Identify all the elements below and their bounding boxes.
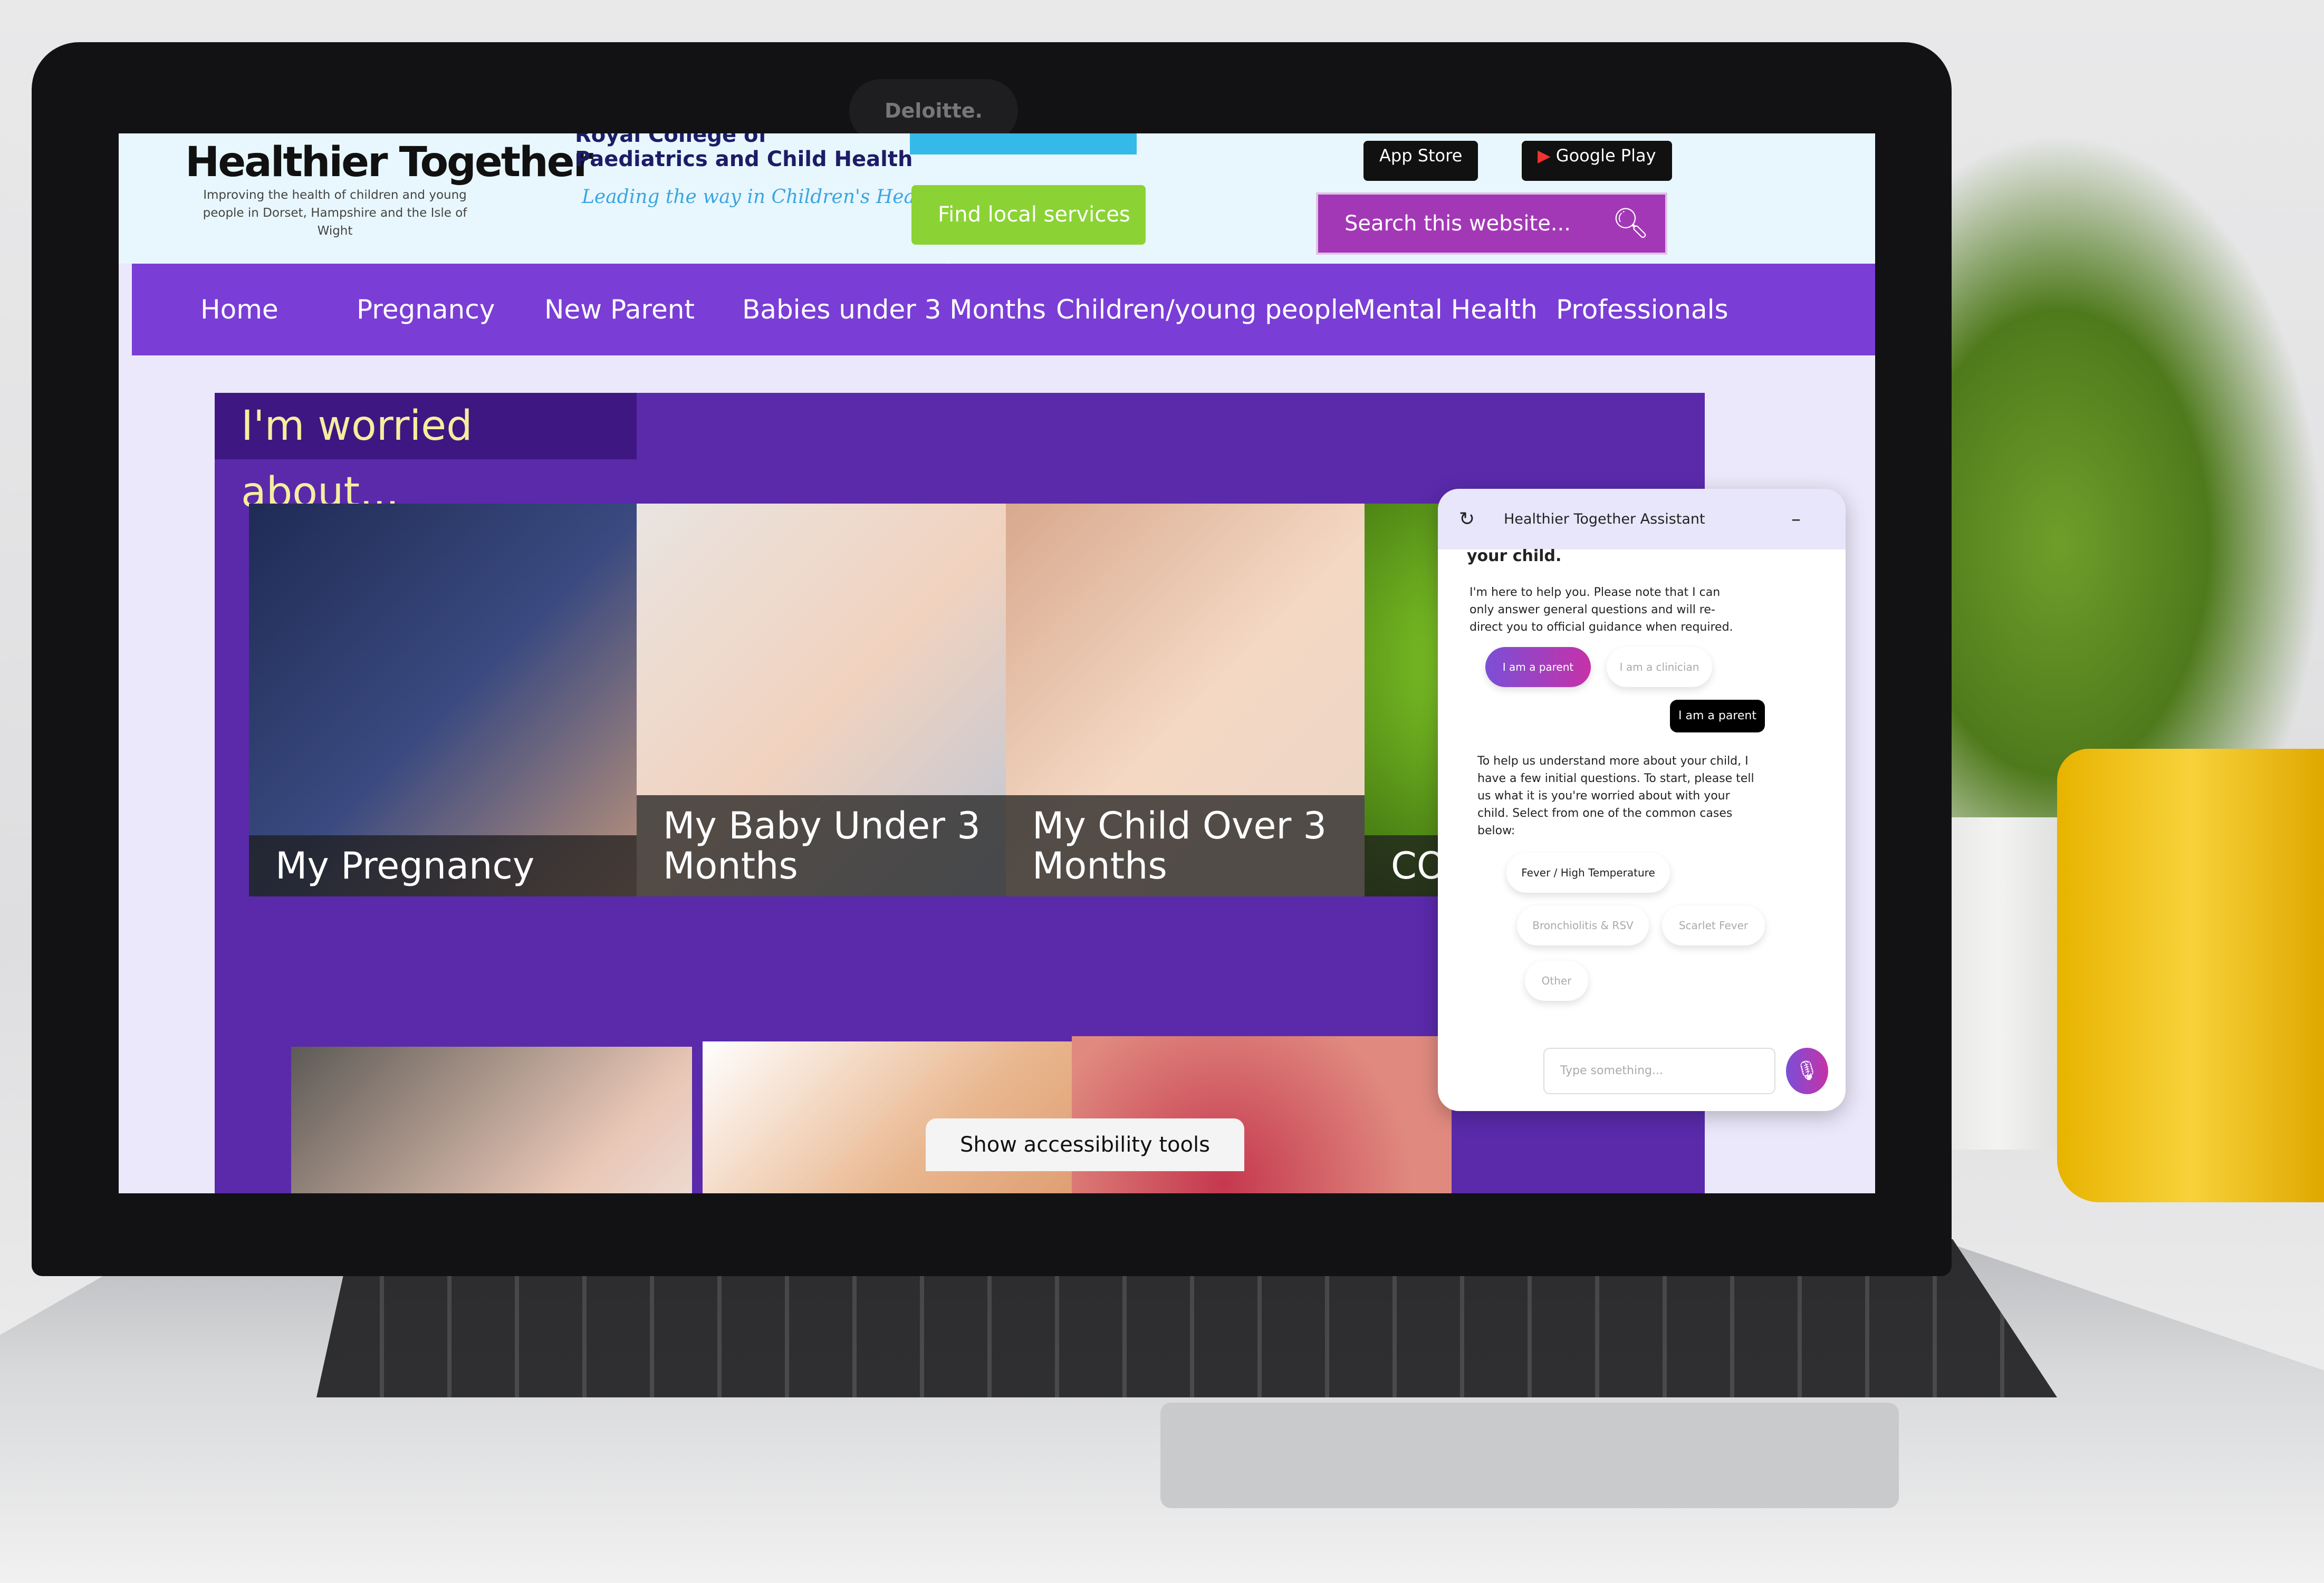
banner-strip (910, 133, 1137, 155)
option-clinician[interactable]: I am a clinician (1607, 647, 1712, 687)
app-store-label: App Store (1379, 146, 1463, 166)
user-reply-bubble: I am a parent (1670, 700, 1765, 732)
main-nav: Home Pregnancy New Parent Babies under 3… (132, 264, 1875, 355)
nav-home[interactable]: Home (200, 264, 279, 355)
option-fever[interactable]: Fever / High Temperature (1506, 853, 1670, 893)
tile-breathing[interactable] (291, 1047, 692, 1193)
nav-pregnancy[interactable]: Pregnancy (357, 264, 495, 355)
partner-logo[interactable]: Royal College of Paediatrics and Child H… (575, 133, 913, 171)
partner-tagline: Leading the way in Children's Health (582, 186, 942, 208)
minimize-icon[interactable]: – (1791, 489, 1801, 549)
partner-line2: Paediatrics and Child Health (575, 147, 913, 171)
refresh-icon[interactable]: ↻ (1459, 489, 1475, 549)
find-local-services-button[interactable]: Find local services 🔍︎ (911, 185, 1146, 286)
chat-bot-message: To help us understand more about your ch… (1477, 755, 1754, 837)
nav-children[interactable]: Children/young people (1056, 264, 1355, 355)
tile-child-over-3-months[interactable]: My Child Over 3 Months (1006, 504, 1399, 896)
find-services-label: Find local services (938, 202, 1130, 227)
tile-my-pregnancy[interactable]: My Pregnancy (249, 504, 660, 896)
option-bronchiolitis[interactable]: Bronchiolitis & RSV (1517, 905, 1649, 945)
nav-new-parent[interactable]: New Parent (544, 264, 695, 355)
accessibility-tools-button[interactable]: Show accessibility tools (926, 1118, 1244, 1171)
option-parent[interactable]: I am a parent (1485, 647, 1591, 687)
option-scarlet-fever[interactable]: Scarlet Fever (1662, 905, 1765, 945)
app-store-button[interactable]: App Store (1363, 141, 1478, 181)
logo-title[interactable]: Healthier Together (185, 139, 593, 186)
search-input[interactable]: Search this website... 🔍︎ (1316, 192, 1667, 255)
tile-label: My Child Over 3 Months (1006, 795, 1399, 896)
tile-label: My Baby Under 3 Months (637, 795, 1038, 896)
tile-label: My Pregnancy (249, 835, 660, 896)
chat-assistant-panel: ↻ Healthier Together Assistant – your ch… (1438, 489, 1846, 1111)
search-placeholder: Search this website... (1345, 211, 1571, 236)
option-other[interactable]: Other (1525, 961, 1588, 1001)
site-header: Healthier Together Improving the health … (119, 133, 1875, 286)
logo-subtitle: Improving the health of children and you… (203, 188, 467, 238)
nav-professionals[interactable]: Professionals (1556, 264, 1728, 355)
google-play-button[interactable]: ▶ Google Play (1522, 141, 1672, 181)
chat-intro-message: I'm here to help you. Please note that I… (1470, 586, 1733, 634)
play-icon: ▶ (1538, 146, 1556, 166)
chat-header: ↻ Healthier Together Assistant – (1438, 489, 1846, 549)
section-title: I'm worried about... (215, 393, 637, 516)
nav-mental-health[interactable]: Mental Health (1353, 264, 1538, 355)
website-screen: Healthier Together Improving the health … (119, 133, 1875, 1193)
trackpad (1160, 1403, 1899, 1508)
chat-title: Healthier Together Assistant (1504, 511, 1705, 527)
microphone-button[interactable]: 🎙︎ (1786, 1048, 1828, 1094)
chat-partial-heading: your child. (1467, 547, 1562, 565)
partner-line1: Royal College of (575, 133, 767, 147)
search-icon[interactable]: 🔍︎ (1612, 195, 1649, 253)
microphone-icon: 🎙︎ (1795, 1060, 1819, 1082)
yellow-cup (2057, 749, 2324, 1202)
chat-message-input[interactable]: Type something... (1543, 1048, 1775, 1094)
google-play-label: Google Play (1555, 146, 1656, 166)
tile-baby-under-3-months[interactable]: My Baby Under 3 Months (637, 504, 1038, 896)
nav-babies[interactable]: Babies under 3 Months (742, 264, 1046, 355)
camera-label: Deloitte. (849, 79, 1018, 142)
